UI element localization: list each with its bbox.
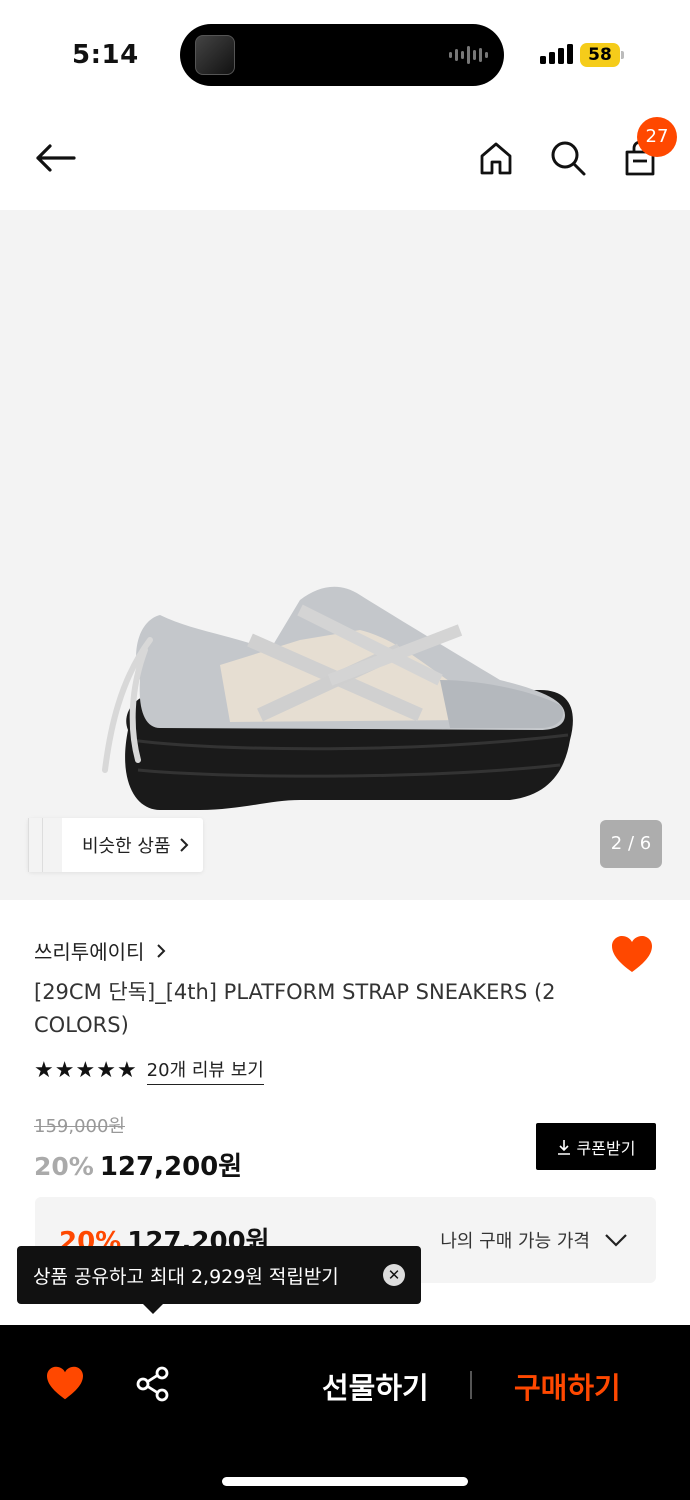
my-price-label: 나의 구매 가능 가격: [440, 1231, 590, 1252]
chevron-right-icon: [179, 838, 188, 852]
divider: [470, 1371, 472, 1399]
status-bar: 5:14 58: [0, 0, 690, 100]
star-icon: ★: [34, 1058, 54, 1083]
chevron-down-icon: [605, 1234, 627, 1247]
price-row: 20% 127,200원: [34, 1146, 242, 1183]
bottom-action-bar: 선물하기 구매하기: [0, 1325, 690, 1500]
tooltip-text: 상품 공유하고 최대 2,929원 적립받기: [33, 1265, 339, 1288]
battery-level: 58: [580, 43, 620, 67]
star-icon: ★: [75, 1058, 96, 1083]
share-reward-tooltip: 상품 공유하고 최대 2,929원 적립받기 ✕: [17, 1246, 421, 1314]
similar-thumbnails: [28, 818, 62, 872]
signal-icon: [540, 44, 573, 64]
status-time: 5:14: [72, 40, 139, 70]
home-icon[interactable]: [474, 136, 518, 180]
like-heart-icon[interactable]: [45, 1365, 85, 1405]
star-icon: ★: [54, 1058, 75, 1083]
similar-products-label: 비슷한 상품: [82, 836, 171, 857]
coupon-button[interactable]: 쿠폰받기: [536, 1123, 656, 1170]
chevron-right-icon: [157, 943, 166, 958]
now-playing-thumbnail: [195, 35, 235, 75]
product-title: [29CM 단독]_[4th] PLATFORM STRAP SNEAKERS …: [34, 980, 556, 1037]
share-icon[interactable]: [134, 1365, 172, 1407]
back-arrow-icon[interactable]: [30, 136, 80, 180]
audio-wave-icon: [449, 44, 488, 66]
similar-products-button[interactable]: 비슷한 상품: [28, 818, 203, 872]
like-heart-icon[interactable]: [610, 934, 654, 978]
star-icon: ★: [96, 1058, 116, 1083]
dynamic-island: [180, 24, 504, 86]
download-icon: [557, 1139, 570, 1155]
battery-icon: 58: [580, 43, 624, 67]
coupon-label: 쿠폰받기: [576, 1138, 636, 1158]
brand-name: 쓰리투에이티: [34, 940, 145, 964]
buy-button[interactable]: 구매하기: [514, 1365, 621, 1407]
brand-link[interactable]: 쓰리투에이티: [34, 936, 166, 965]
rating-stars: ★ ★ ★ ★ ★: [34, 1058, 137, 1083]
product-image-gallery[interactable]: 비슷한 상품 2 / 6: [0, 210, 690, 900]
home-indicator: [222, 1477, 468, 1486]
star-icon: ★: [116, 1058, 137, 1083]
original-price: 159,000원: [34, 1116, 125, 1137]
sale-price: 127,200원: [99, 1152, 243, 1182]
review-link[interactable]: 20개 리뷰 보기: [146, 1056, 264, 1085]
product-image: [102, 586, 573, 810]
image-counter: 2 / 6: [600, 820, 662, 868]
cart-count-badge: 27: [637, 117, 677, 157]
rating-row: ★ ★ ★ ★ ★ 20개 리뷰 보기: [34, 1056, 264, 1085]
discount-rate: 20%: [34, 1152, 94, 1181]
top-nav: [0, 100, 690, 210]
close-icon[interactable]: ✕: [383, 1264, 405, 1286]
gift-button[interactable]: 선물하기: [322, 1365, 429, 1407]
search-icon[interactable]: [546, 136, 590, 180]
